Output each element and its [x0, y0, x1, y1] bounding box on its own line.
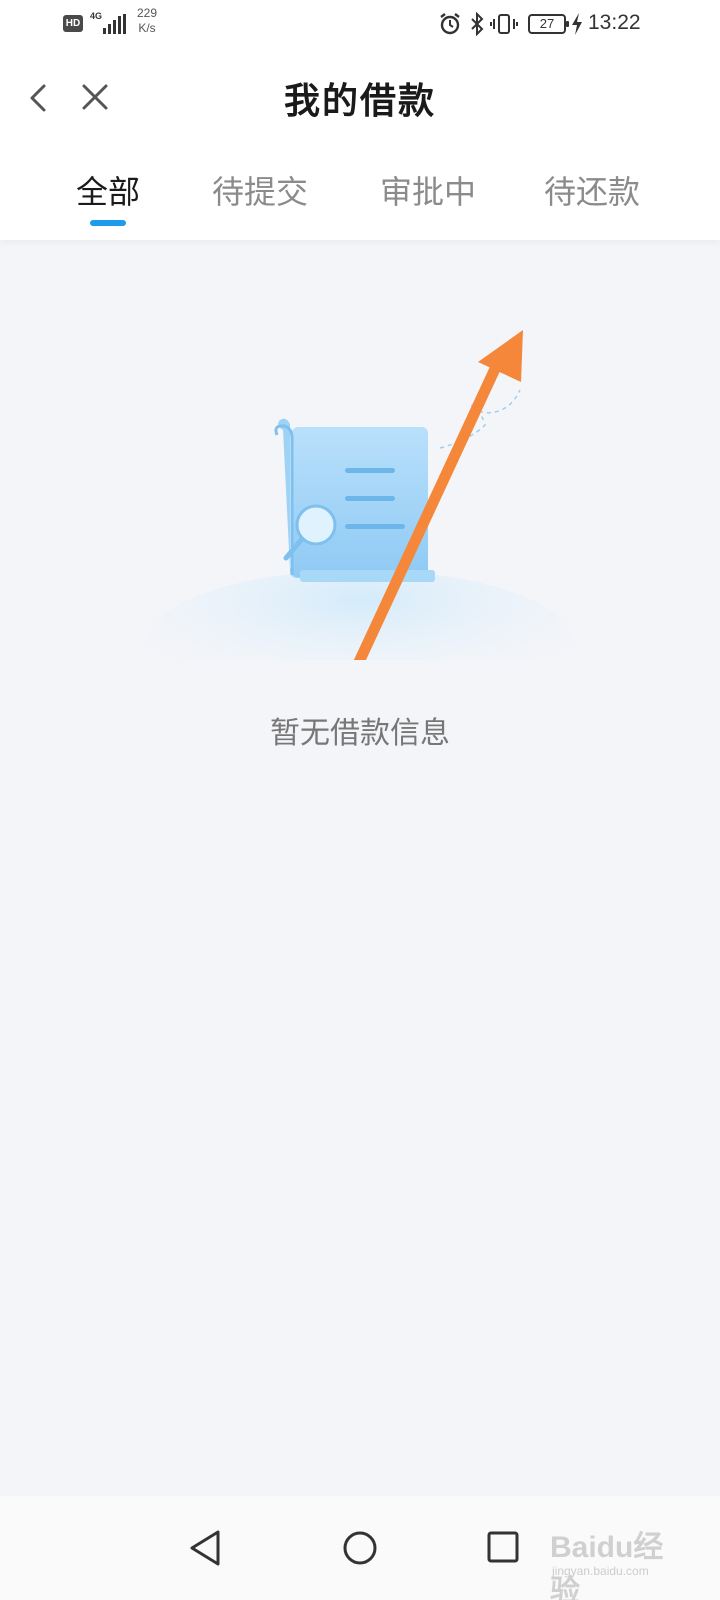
charging-icon	[572, 13, 582, 35]
nav-home-icon[interactable]	[330, 1518, 390, 1578]
vibrate-icon	[490, 14, 518, 34]
bluetooth-icon	[471, 12, 484, 36]
signal-icon	[103, 14, 126, 34]
empty-state-illustration	[145, 330, 575, 660]
baidu-watermark: Baidu经验 jingyan.baidu.com	[548, 1510, 688, 1600]
network-speed: 229 K/s	[137, 6, 157, 36]
app-header: 我的借款	[0, 50, 720, 145]
nav-recent-apps-icon[interactable]	[482, 1518, 542, 1578]
empty-state-message: 暂无借款信息	[270, 716, 450, 751]
speed-unit: K/s	[138, 21, 156, 35]
alarm-icon	[440, 13, 460, 35]
speed-value: 229	[137, 6, 158, 20]
tab-pending-repayment[interactable]: 待还款	[532, 167, 652, 227]
battery-indicator: 27	[528, 14, 569, 34]
system-nav-bar: Baidu经验 jingyan.baidu.com	[0, 1496, 720, 1600]
status-bar: HD 4G 229 K/s 27 13:22	[0, 0, 720, 50]
tab-under-review[interactable]: 审批中	[368, 167, 488, 227]
platform-shadow	[145, 570, 575, 660]
clock: 13:22	[588, 11, 641, 34]
watermark-url: jingyan.baidu.com	[552, 1564, 649, 1578]
watermark-text: Baidu经验	[550, 1531, 664, 1600]
page-title: 我的借款	[283, 80, 436, 122]
hd-badge: HD	[63, 15, 83, 32]
active-tab-indicator	[90, 220, 126, 226]
tab-all[interactable]: 全部	[58, 167, 158, 227]
network-type: 4G	[90, 11, 103, 21]
nav-back-icon[interactable]	[176, 1518, 236, 1578]
tab-bar: 全部 待提交 审批中 待还款	[0, 145, 720, 240]
tab-pending-submit[interactable]: 待提交	[200, 167, 320, 227]
